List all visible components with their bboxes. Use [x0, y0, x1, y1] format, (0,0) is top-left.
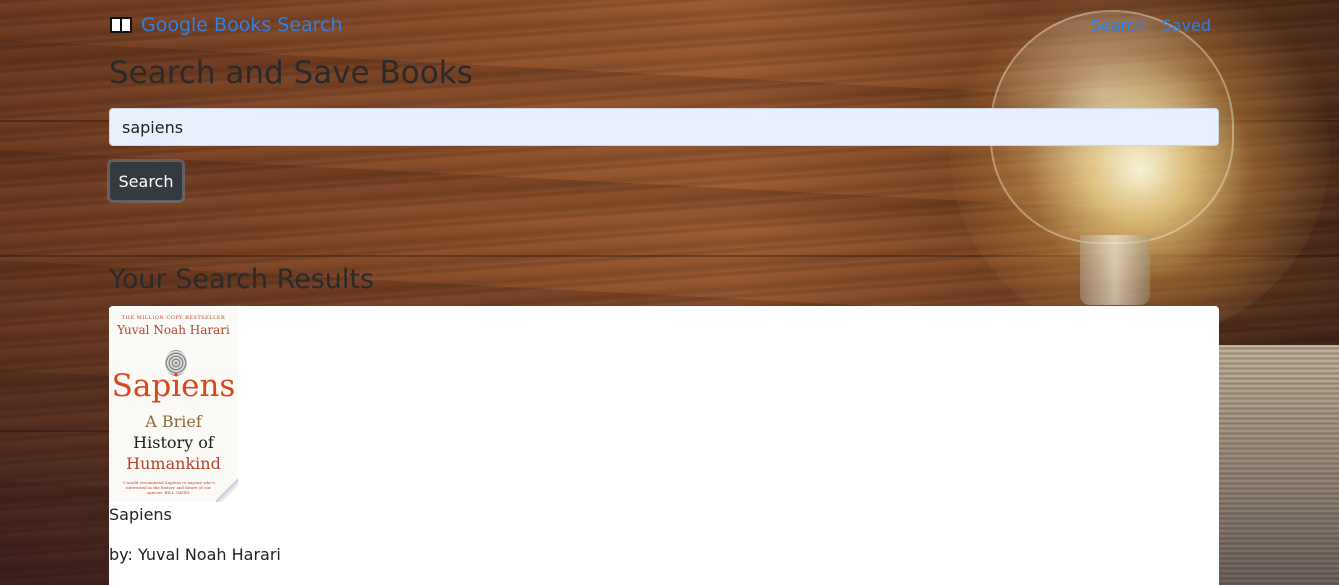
results-panel: THE MILLION COPY BESTSELLER Yuval Noah H…: [109, 306, 1219, 585]
cover-quote: 'I would recommend Sapiens to anyone who…: [122, 480, 215, 495]
search-button[interactable]: Search: [109, 161, 183, 201]
cover-subtitle-line2: History of: [133, 433, 214, 452]
cover-author: Yuval Noah Harari: [117, 323, 230, 337]
cover-tag: THE MILLION COPY BESTSELLER: [121, 315, 226, 321]
open-book-icon: [109, 15, 133, 35]
cover-subtitle-line1: A Brief: [145, 412, 202, 431]
nav-links: Search Saved: [1091, 16, 1211, 35]
main-container: Google Books Search Search Saved Search …: [109, 0, 1219, 585]
search-input[interactable]: [109, 108, 1219, 146]
book-cover-image: THE MILLION COPY BESTSELLER Yuval Noah H…: [109, 308, 238, 502]
cover-title: Sapiens: [111, 368, 236, 404]
brand-link[interactable]: Google Books Search: [109, 14, 343, 36]
brand-label: Google Books Search: [141, 14, 343, 36]
page-curl-icon: [216, 476, 238, 502]
book-title: Sapiens: [109, 505, 172, 524]
results-title: Your Search Results: [109, 264, 375, 295]
nav-link-search[interactable]: Search: [1091, 16, 1146, 35]
page-title: Search and Save Books: [109, 55, 473, 91]
nav-link-saved[interactable]: Saved: [1162, 16, 1211, 35]
navbar: Google Books Search Search Saved: [109, 0, 1219, 54]
cover-subtitle-line3: Humankind: [126, 454, 221, 473]
book-author: by: Yuval Noah Harari: [109, 545, 281, 564]
